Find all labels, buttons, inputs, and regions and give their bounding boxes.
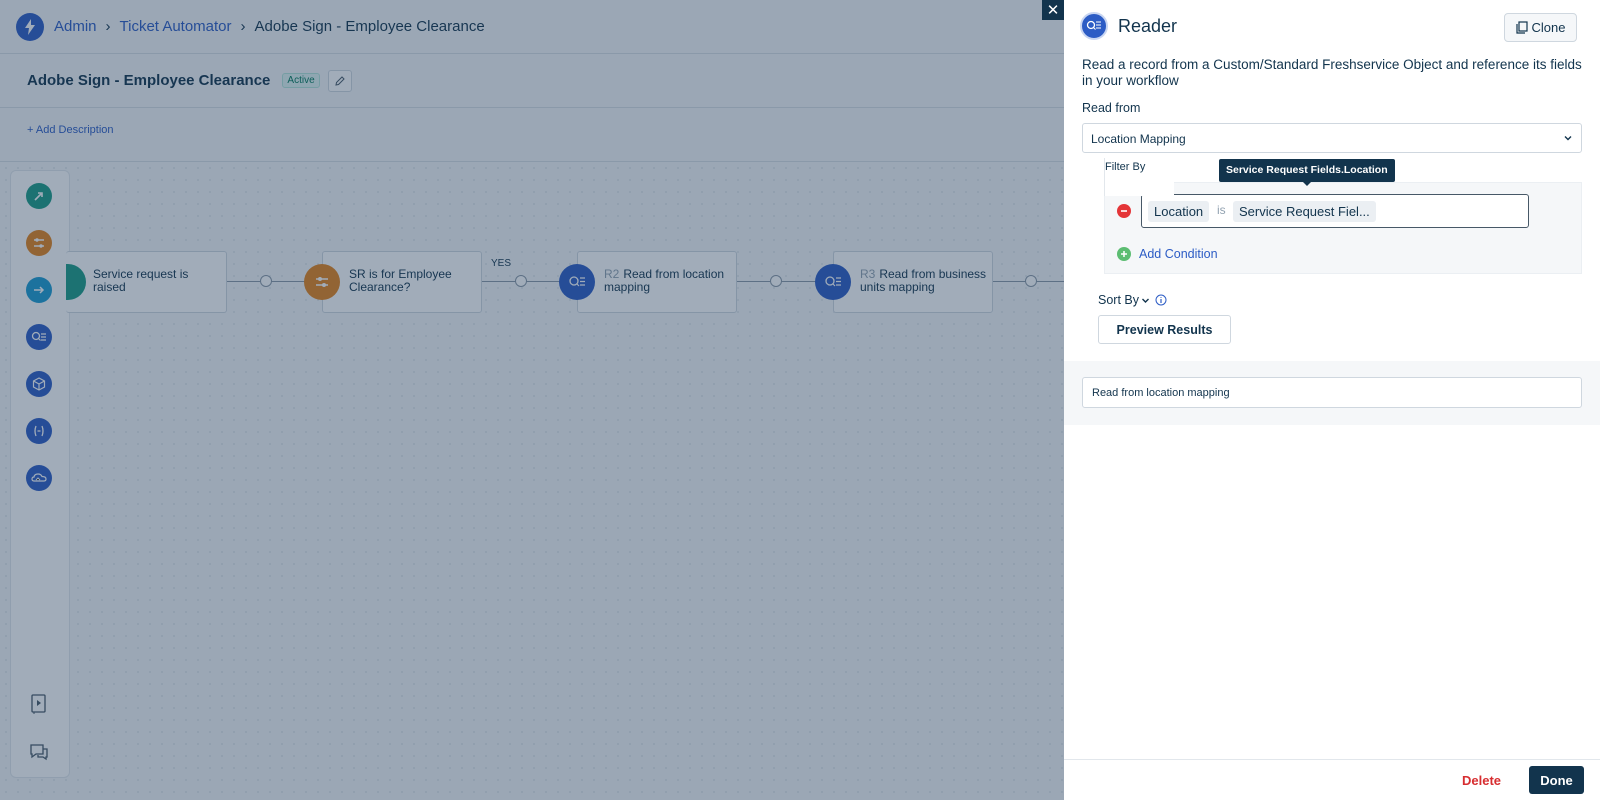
node-label: R2 Read from location mapping: [604, 267, 725, 294]
workflow-editor: Admin › Ticket Automator › Adobe Sign - …: [0, 0, 1064, 800]
copy-icon: [1515, 21, 1528, 34]
delete-button[interactable]: Delete: [1462, 773, 1501, 788]
breadcrumb-current: Adobe Sign - Employee Clearance: [254, 18, 485, 35]
node-label: Service request is raised: [93, 267, 189, 294]
condition-operator[interactable]: is: [1217, 203, 1226, 217]
description-bar: + Add Description: [0, 108, 1064, 162]
freshservice-logo-icon[interactable]: [16, 12, 44, 41]
preview-results-button[interactable]: Preview Results: [1098, 315, 1231, 344]
action-icon[interactable]: [26, 277, 52, 303]
add-step-joint[interactable]: [770, 275, 782, 287]
panel-header: Reader: [1080, 12, 1177, 40]
chevron-right-icon: ›: [105, 18, 111, 35]
branch-yes-label: YES: [491, 258, 512, 269]
web-request-icon[interactable]: [26, 465, 52, 491]
panel-footer: Delete Done: [1064, 759, 1600, 800]
condition-value-tooltip: Service Request Fields.Location: [1219, 159, 1395, 186]
add-condition-label: Add Condition: [1139, 247, 1218, 261]
reader-icon: [815, 264, 851, 300]
add-description-link[interactable]: + Add Description: [27, 124, 114, 136]
filter-by-label: Filter By: [1105, 161, 1146, 173]
breadcrumb-ticket-automator-link[interactable]: Ticket Automator: [120, 18, 232, 35]
filter-conditions-area: Location is Service Request Fiel... Add …: [1104, 182, 1582, 274]
panel-title: Reader: [1118, 15, 1178, 36]
flow-node-reader-r2[interactable]: R2 Read from location mapping: [577, 251, 737, 313]
top-navigation-bar: Admin › Ticket Automator › Adobe Sign - …: [0, 0, 1064, 54]
filter-by-tab: Filter By: [1104, 158, 1174, 196]
condition-field[interactable]: Location is Service Request Fiel...: [1141, 194, 1529, 228]
pencil-icon: [335, 75, 345, 86]
add-step-joint[interactable]: [515, 275, 527, 287]
node-name-input[interactable]: Read from location mapping: [1082, 377, 1582, 408]
app-icon[interactable]: [26, 371, 52, 397]
workflow-title: Adobe Sign - Employee Clearance: [27, 72, 271, 89]
reader-icon: [1080, 12, 1108, 40]
breadcrumb-admin-link[interactable]: Admin: [54, 18, 97, 35]
node-label: SR is for Employee Clearance?: [349, 267, 452, 294]
status-badge: Active: [282, 73, 320, 88]
flow-node-reader-r3[interactable]: R3 Read from business units mapping: [833, 251, 993, 313]
sort-by-toggle[interactable]: Sort By: [1098, 293, 1167, 307]
condition-icon[interactable]: [26, 230, 52, 256]
event-icon[interactable]: [26, 183, 52, 209]
read-from-value: Location Mapping: [1091, 132, 1186, 146]
expression-icon[interactable]: [26, 418, 52, 444]
reader-icon: [559, 264, 595, 300]
read-from-label: Read from: [1082, 101, 1141, 115]
minus-icon: [1121, 210, 1127, 212]
chat-icon[interactable]: [26, 739, 52, 765]
workflow-title-bar: Adobe Sign - Employee Clearance Active: [0, 54, 1064, 108]
chevron-right-icon: ›: [240, 18, 246, 35]
chevron-down-icon: [1142, 298, 1149, 303]
edit-title-button[interactable]: [327, 69, 352, 92]
flow-node-condition[interactable]: SR is for Employee Clearance?: [322, 251, 482, 313]
close-icon: ✕: [1046, 2, 1060, 19]
condition-value-chip[interactable]: Service Request Fiel...: [1233, 201, 1376, 222]
info-icon[interactable]: [1155, 294, 1167, 306]
sort-by-label: Sort By: [1098, 293, 1139, 307]
plus-icon: [1117, 247, 1131, 261]
add-step-joint[interactable]: [1025, 275, 1037, 287]
clone-button[interactable]: Clone: [1504, 13, 1577, 42]
panel-description: Read a record from a Custom/Standard Fre…: [1082, 57, 1582, 88]
done-button[interactable]: Done: [1529, 766, 1584, 794]
condition-icon: [304, 264, 340, 300]
condition-field-chip[interactable]: Location: [1148, 201, 1210, 222]
add-condition-button[interactable]: Add Condition: [1117, 247, 1218, 261]
video-guide-icon[interactable]: [26, 691, 52, 717]
read-from-select[interactable]: Location Mapping: [1082, 123, 1582, 153]
reader-icon[interactable]: [26, 324, 52, 350]
flow-node-event[interactable]: Service request is raised: [66, 251, 227, 313]
breadcrumb: Admin › Ticket Automator › Adobe Sign - …: [54, 18, 485, 35]
node-palette: [10, 170, 70, 778]
chevron-down-icon: [1564, 136, 1572, 141]
node-name-section: Read from location mapping: [1064, 361, 1600, 425]
reader-config-panel: Reader Clone Read a record from a Custom…: [1064, 0, 1600, 800]
remove-condition-button[interactable]: [1117, 204, 1131, 218]
add-step-joint[interactable]: [260, 275, 272, 287]
close-panel-button[interactable]: ✕: [1042, 0, 1064, 20]
node-label: R3 Read from business units mapping: [860, 267, 987, 294]
clone-label: Clone: [1531, 20, 1566, 35]
